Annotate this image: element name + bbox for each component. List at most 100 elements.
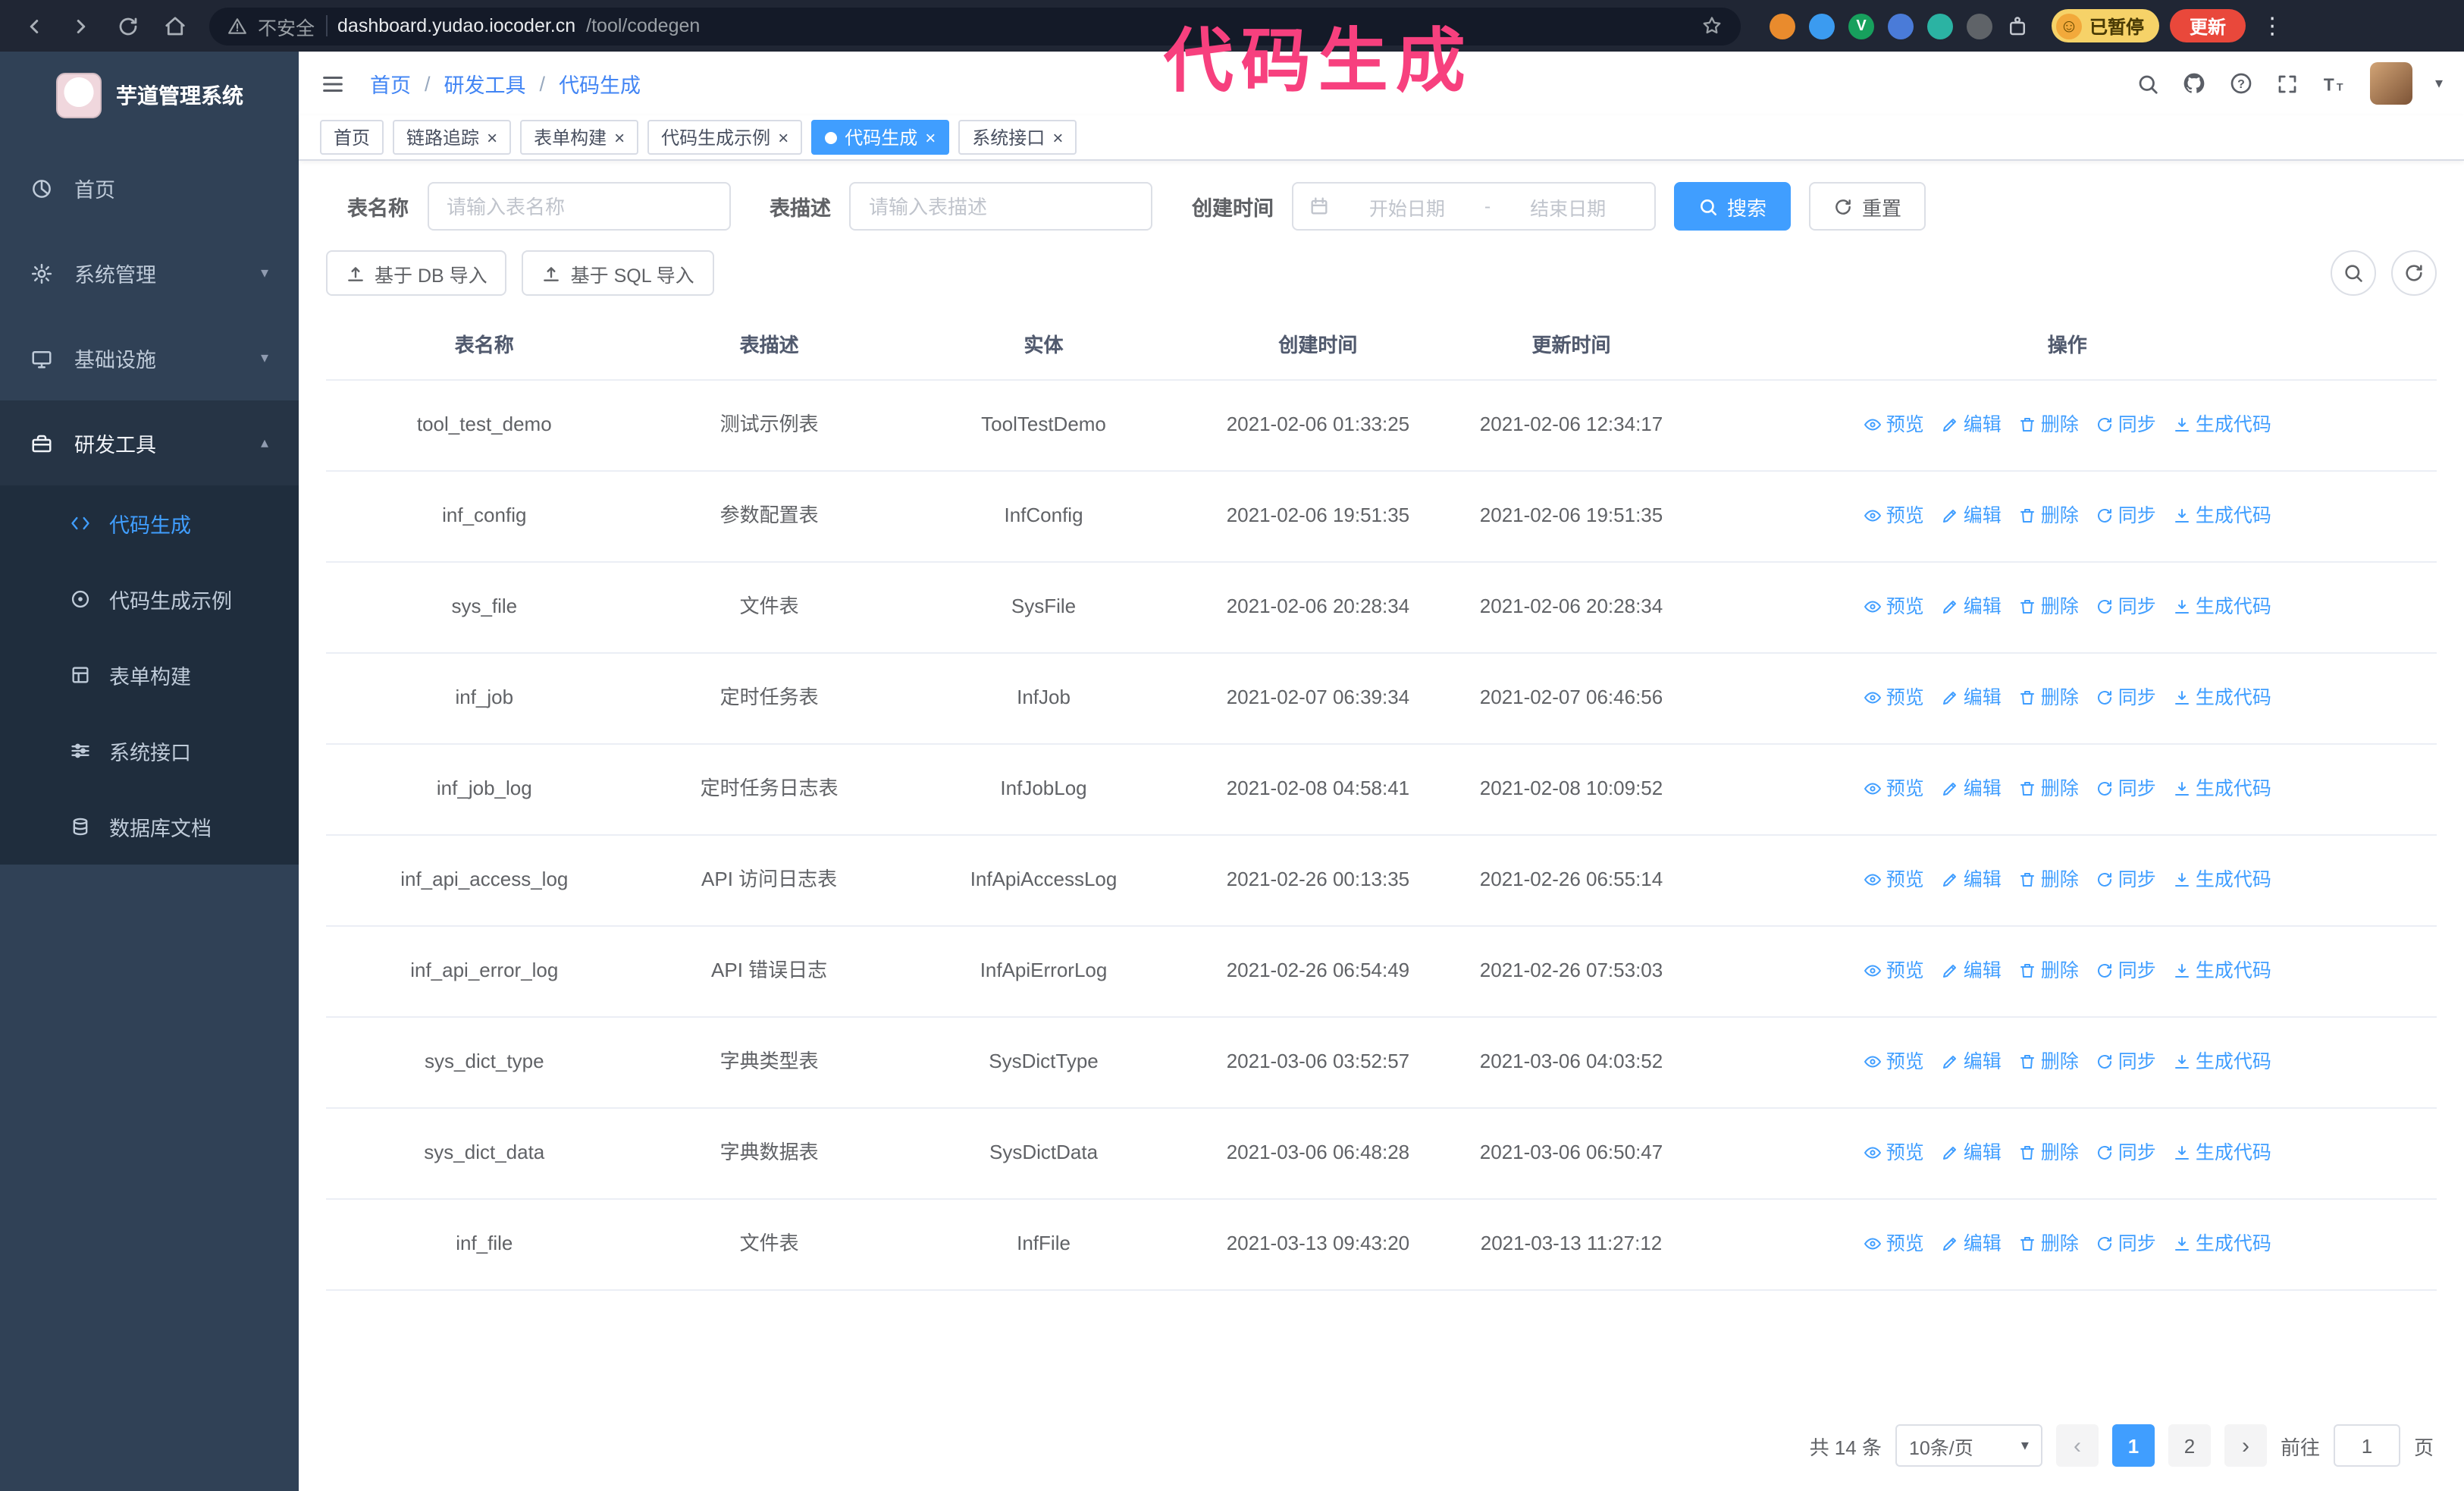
user-avatar[interactable] (2369, 62, 2412, 105)
table-desc-input[interactable] (849, 182, 1152, 231)
help-icon[interactable]: ? (2229, 71, 2253, 96)
chrome-menu-icon[interactable]: ⋮ (2256, 12, 2288, 39)
edit-link[interactable]: 编辑 (1941, 865, 2002, 897)
delete-link[interactable]: 删除 (2018, 1047, 2079, 1079)
toggle-search-button[interactable] (2331, 250, 2376, 296)
sync-link[interactable]: 同步 (2096, 592, 2156, 624)
sync-link[interactable]: 同步 (2096, 501, 2156, 533)
page-button-2[interactable]: 2 (2168, 1424, 2211, 1467)
breadcrumb-item-dev-tools[interactable]: 研发工具 (444, 68, 526, 99)
preview-link[interactable]: 预览 (1864, 501, 1924, 533)
delete-link[interactable]: 删除 (2018, 774, 2079, 806)
sync-link[interactable]: 同步 (2096, 1229, 2156, 1261)
github-icon[interactable] (2182, 71, 2206, 96)
goto-page-input[interactable] (2333, 1424, 2400, 1467)
edit-link[interactable]: 编辑 (1941, 501, 2002, 533)
delete-link[interactable]: 删除 (2018, 501, 2079, 533)
edit-link[interactable]: 编辑 (1941, 1229, 2002, 1261)
font-size-icon[interactable]: TT (2321, 71, 2347, 96)
prev-page-button[interactable]: ‹ (2055, 1424, 2099, 1467)
generate-code-link[interactable]: 生成代码 (2173, 956, 2271, 988)
extensions-puzzle-icon[interactable] (2006, 14, 2029, 37)
chevron-down-icon[interactable]: ▾ (2435, 75, 2443, 92)
delete-link[interactable]: 删除 (2018, 592, 2079, 624)
generate-code-link[interactable]: 生成代码 (2173, 1047, 2271, 1079)
page-size-select[interactable]: 10条/页 ▾ (1895, 1424, 2042, 1467)
forward-icon[interactable] (62, 8, 99, 44)
view-tab[interactable]: 表单构建 × (520, 120, 639, 155)
delete-link[interactable]: 删除 (2018, 410, 2079, 442)
tab-close-icon[interactable]: × (487, 128, 497, 146)
reset-button[interactable]: 重置 (1809, 182, 1926, 231)
preview-link[interactable]: 预览 (1864, 956, 1924, 988)
sidebar-item-codegen[interactable]: 代码生成 (0, 485, 299, 561)
sync-link[interactable]: 同步 (2096, 865, 2156, 897)
page-button-1[interactable]: 1 (2111, 1424, 2155, 1467)
extension-icon[interactable] (1927, 13, 1953, 39)
generate-code-link[interactable]: 生成代码 (2173, 1138, 2271, 1170)
tab-close-icon[interactable]: × (614, 128, 625, 146)
edit-link[interactable]: 编辑 (1941, 774, 2002, 806)
sidebar-item-system-api[interactable]: 系统接口 (0, 713, 299, 789)
preview-link[interactable]: 预览 (1864, 1138, 1924, 1170)
edit-link[interactable]: 编辑 (1941, 1138, 2002, 1170)
tab-close-icon[interactable]: × (1052, 128, 1063, 146)
date-range-picker[interactable]: 开始日期 - 结束日期 (1292, 182, 1656, 231)
profile-paused-badge[interactable]: ☺ 已暂停 (2052, 9, 2160, 42)
search-button[interactable]: 搜索 (1674, 182, 1792, 231)
sync-link[interactable]: 同步 (2096, 683, 2156, 715)
sidebar-item-home[interactable]: 首页 (0, 146, 299, 231)
next-page-button[interactable]: › (2224, 1424, 2267, 1467)
sync-link[interactable]: 同步 (2096, 1138, 2156, 1170)
edit-link[interactable]: 编辑 (1941, 956, 2002, 988)
delete-link[interactable]: 删除 (2018, 865, 2079, 897)
preview-link[interactable]: 预览 (1864, 410, 1924, 442)
view-tab[interactable]: 代码生成 × (811, 120, 950, 155)
preview-link[interactable]: 预览 (1864, 683, 1924, 715)
sync-link[interactable]: 同步 (2096, 774, 2156, 806)
import-sql-button[interactable]: 基于 SQL 导入 (522, 250, 714, 296)
generate-code-link[interactable]: 生成代码 (2173, 865, 2271, 897)
edit-link[interactable]: 编辑 (1941, 1047, 2002, 1079)
generate-code-link[interactable]: 生成代码 (2173, 683, 2271, 715)
sidebar-item-db-doc[interactable]: 数据库文档 (0, 789, 299, 865)
home-icon[interactable] (156, 8, 193, 44)
sidebar-item-system[interactable]: 系统管理 ▾ (0, 231, 299, 315)
view-tab[interactable]: 首页 (320, 120, 384, 155)
bookmark-star-icon[interactable] (1701, 15, 1723, 36)
sidebar-item-codegen-example[interactable]: 代码生成示例 (0, 561, 299, 637)
delete-link[interactable]: 删除 (2018, 1138, 2079, 1170)
tab-close-icon[interactable]: × (778, 128, 788, 146)
search-icon[interactable] (2136, 72, 2159, 95)
generate-code-link[interactable]: 生成代码 (2173, 774, 2271, 806)
back-icon[interactable] (15, 8, 52, 44)
extension-icon[interactable] (1809, 13, 1835, 39)
extension-icon[interactable] (1967, 13, 1992, 39)
preview-link[interactable]: 预览 (1864, 592, 1924, 624)
import-db-button[interactable]: 基于 DB 导入 (326, 250, 507, 296)
sync-link[interactable]: 同步 (2096, 1047, 2156, 1079)
delete-link[interactable]: 删除 (2018, 683, 2079, 715)
sync-link[interactable]: 同步 (2096, 956, 2156, 988)
extension-icon[interactable] (1770, 13, 1795, 39)
address-bar[interactable]: 不安全 dashboard.yudao.iocoder.cn/tool/code… (209, 7, 1741, 45)
extension-icon[interactable]: V (1848, 13, 1874, 39)
preview-link[interactable]: 预览 (1864, 1229, 1924, 1261)
generate-code-link[interactable]: 生成代码 (2173, 410, 2271, 442)
preview-link[interactable]: 预览 (1864, 865, 1924, 897)
table-name-input[interactable] (427, 182, 730, 231)
sidebar-item-dev-tools[interactable]: 研发工具 ▴ (0, 400, 299, 485)
reload-icon[interactable] (109, 8, 146, 44)
edit-link[interactable]: 编辑 (1941, 410, 2002, 442)
sync-link[interactable]: 同步 (2096, 410, 2156, 442)
delete-link[interactable]: 删除 (2018, 956, 2079, 988)
generate-code-link[interactable]: 生成代码 (2173, 1229, 2271, 1261)
delete-link[interactable]: 删除 (2018, 1229, 2079, 1261)
sidebar-toggle-icon[interactable] (320, 71, 346, 96)
generate-code-link[interactable]: 生成代码 (2173, 592, 2271, 624)
sidebar-item-form-builder[interactable]: 表单构建 (0, 637, 299, 713)
breadcrumb-item-home[interactable]: 首页 (370, 68, 411, 99)
view-tab[interactable]: 代码生成示例 × (647, 120, 803, 155)
preview-link[interactable]: 预览 (1864, 1047, 1924, 1079)
generate-code-link[interactable]: 生成代码 (2173, 501, 2271, 533)
